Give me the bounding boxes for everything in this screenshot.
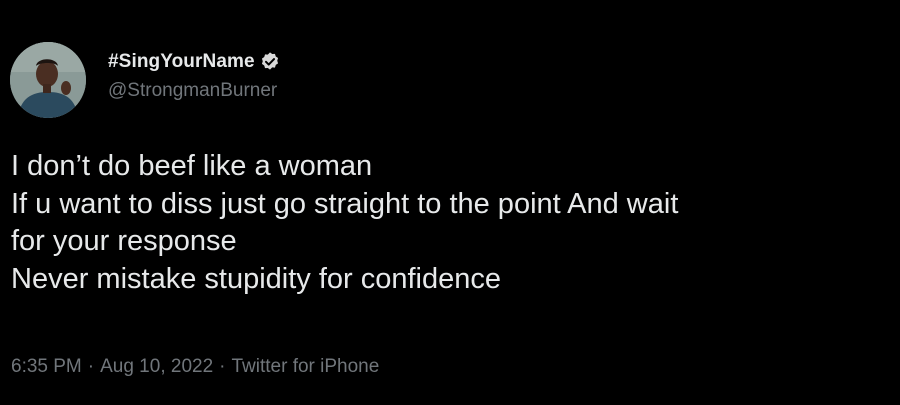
tweet-line: for your response (11, 225, 237, 257)
name-row: #SingYourName (108, 48, 281, 76)
user-info: #SingYourName @StrongmanBurner (108, 48, 281, 102)
tweet-date[interactable]: Aug 10, 2022 (100, 356, 213, 378)
tweet-card: #SingYourName @StrongmanBurner I don’t d… (0, 0, 900, 405)
meta-separator: · (87, 356, 95, 377)
tweet-meta: 6:35 PM · Aug 10, 2022 · Twitter for iPh… (11, 356, 379, 378)
tweet-line: Never mistake stupidity for confidence (11, 262, 501, 295)
display-name[interactable]: #SingYourName (108, 51, 255, 73)
verified-badge-icon (259, 51, 281, 73)
avatar-image-icon (10, 42, 86, 118)
meta-separator: · (219, 356, 226, 377)
tweet-line: If u want to diss just go straight to th… (11, 187, 679, 220)
user-handle[interactable]: @StrongmanBurner (108, 80, 281, 102)
tweet-line: I don’t do beef like a woman (11, 150, 373, 182)
avatar[interactable] (10, 42, 86, 118)
tweet-time[interactable]: 6:35 PM (11, 356, 82, 378)
tweet-text: I don’t do beef like a woman If u want t… (11, 148, 896, 298)
tweet-source[interactable]: Twitter for iPhone (231, 356, 379, 378)
